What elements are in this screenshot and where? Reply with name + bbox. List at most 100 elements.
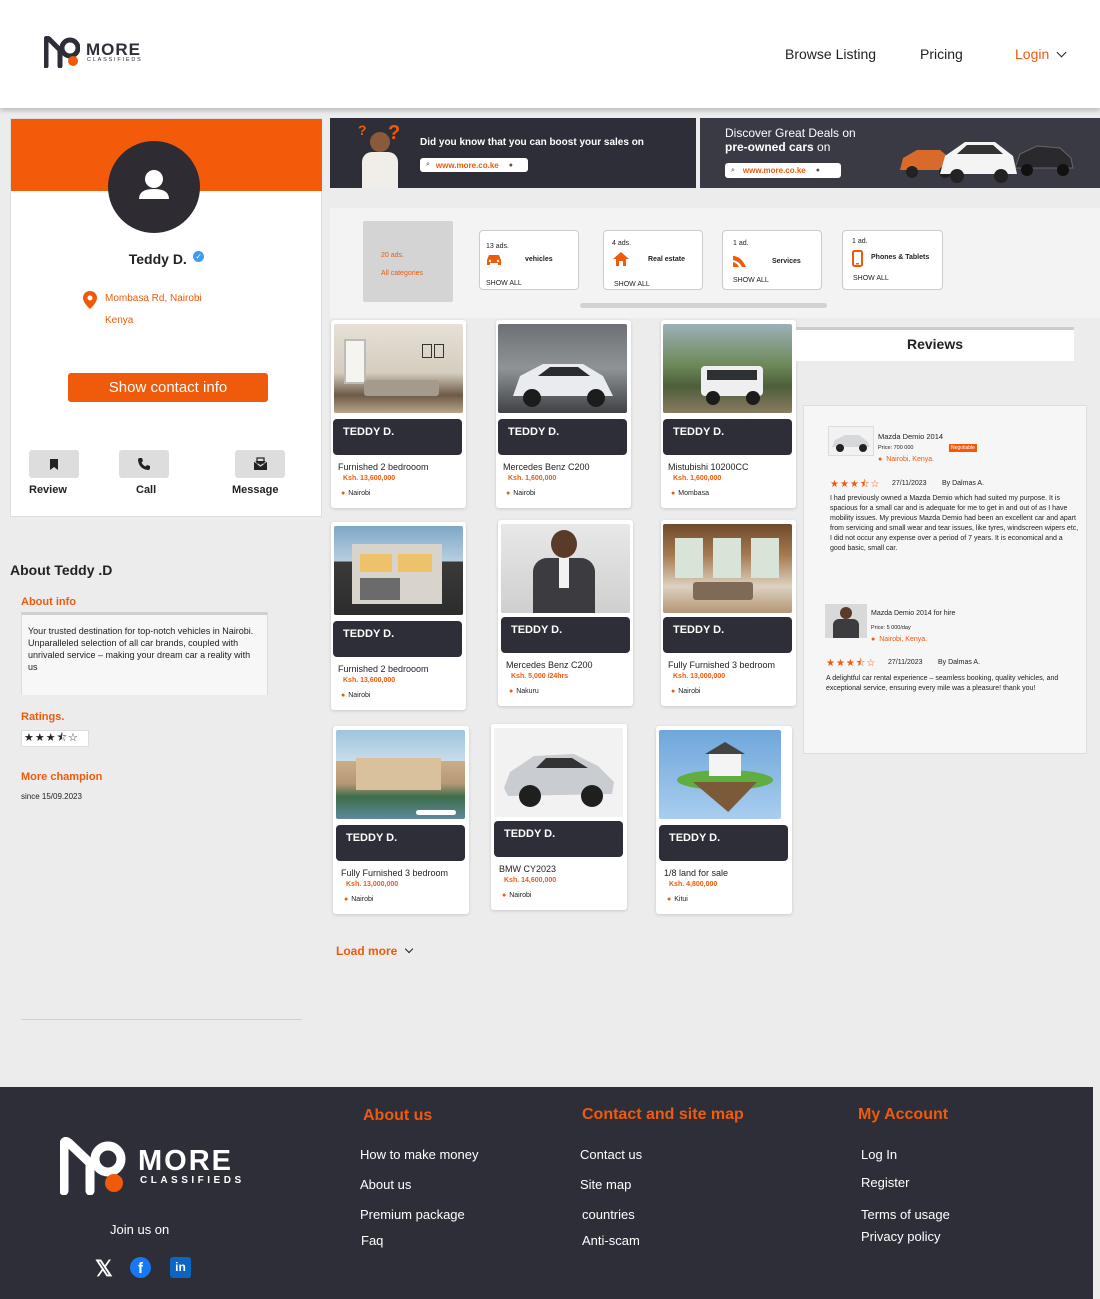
footer-link[interactable]: countries xyxy=(582,1207,635,1222)
listing-title: Furnished 2 bedrooom xyxy=(338,462,429,472)
category-real-estate[interactable]: 4 ads. Real estate SHOW ALL xyxy=(603,230,703,290)
footer-link[interactable]: Contact us xyxy=(580,1147,642,1162)
call-button[interactable] xyxy=(119,450,169,478)
logo[interactable]: MORE CLASSIFIEDS xyxy=(44,36,154,70)
review-text: I had previously owned a Mazda Demio whi… xyxy=(830,495,1079,552)
ratings-stars: ★★★⯪☆ xyxy=(21,730,89,747)
listing-price: Ksh. 13,000,000 xyxy=(346,881,399,888)
about-info-box: Your trusted destination for top-notch v… xyxy=(21,612,268,695)
listing-location: ● Nairobi xyxy=(341,490,370,497)
review-author: By Dalmas A. xyxy=(938,659,981,666)
category-count: 13 ads. xyxy=(486,243,509,250)
review-thumbnail xyxy=(828,426,874,456)
category-show-all[interactable]: SHOW ALL xyxy=(733,277,769,284)
listing-card[interactable]: TEDDY D. BMW CY2023 Ksh. 14,600,000 ● Nai… xyxy=(491,724,627,910)
location-pin-icon: ● xyxy=(671,688,676,695)
promo-cars-url[interactable]: ⌕ www.more.co.ke ● xyxy=(725,163,841,178)
listing-photo-suv xyxy=(498,324,627,413)
listing-title: Mercedes Benz C200 xyxy=(503,462,590,472)
show-contact-button[interactable]: Show contact info xyxy=(68,373,268,402)
listing-price: Ksh. 13,600,000 xyxy=(343,475,396,482)
review-date: 27/11/2023 xyxy=(888,659,923,666)
listing-location-text: Mombasa xyxy=(678,490,709,497)
listing-location-text: Nairobi xyxy=(509,892,532,899)
listing-location: ● Nakuru xyxy=(509,688,539,695)
category-all[interactable]: 20 ads. All categories xyxy=(363,221,453,302)
footer-link[interactable]: Site map xyxy=(580,1177,631,1192)
category-show-all[interactable]: SHOW ALL xyxy=(853,275,889,282)
category-count: 1 ad. xyxy=(852,238,868,245)
facebook-icon[interactable]: f xyxy=(130,1257,151,1278)
listing-price: Ksh. 5,000 /24hrs xyxy=(511,673,569,680)
promo-boost-url[interactable]: ⌕ www.more.co.ke ● xyxy=(420,158,528,172)
footer-link[interactable]: Terms of usage xyxy=(861,1207,950,1222)
category-vehicles[interactable]: 13 ads. vehicles SHOW ALL xyxy=(479,230,579,290)
x-twitter-icon[interactable]: 𝕏 xyxy=(95,1256,113,1282)
footer-logo[interactable]: MORE CLASSIFIEDS xyxy=(60,1137,250,1197)
listing-card[interactable]: TEDDY D. 1/8 land for sale Ksh. 4,800,00… xyxy=(656,726,792,914)
listing-location-text: Nakuru xyxy=(516,688,539,695)
footer-col-about-title: About us xyxy=(363,1107,433,1124)
category-show-all[interactable]: SHOW ALL xyxy=(614,281,650,288)
footer-link[interactable]: Privacy policy xyxy=(861,1229,940,1244)
divider xyxy=(21,1019,302,1020)
reviews-heading: Reviews xyxy=(906,336,964,352)
verified-badge-icon: ✓ xyxy=(193,251,205,262)
review-listing-price: Price: 700 000 xyxy=(878,445,914,451)
listing-card[interactable]: TEDDY D. Fully Furnished 3 bedroom Ksh. … xyxy=(333,726,469,914)
review-listing-price: Price: 5 000/day xyxy=(871,625,911,631)
footer-col-account-title: My Account xyxy=(858,1106,949,1123)
car-icon xyxy=(487,255,501,265)
nav-pricing[interactable]: Pricing xyxy=(920,46,963,62)
promo-banner-cars[interactable]: Discover Great Deals on pre-owned cars o… xyxy=(700,118,1100,188)
profile-address-line1: Mombasa Rd, Nairobi xyxy=(105,293,202,304)
footer-link[interactable]: Anti-scam xyxy=(582,1233,640,1248)
listing-card[interactable]: TEDDY D. Mistubishi 10200CC Ksh. 1,600,0… xyxy=(661,320,796,508)
category-services[interactable]: 1 ad. Services SHOW ALL xyxy=(722,230,822,290)
nav-browse-listing[interactable]: Browse Listing xyxy=(785,46,876,62)
call-label: Call xyxy=(136,484,157,496)
listing-card[interactable]: TEDDY D. Furnished 2 bedrooom Ksh. 13,60… xyxy=(331,320,466,508)
listing-price: Ksh. 4,800,000 xyxy=(669,881,718,888)
phone-icon xyxy=(138,458,150,470)
category-phones-tablets[interactable]: 1 ad. Phones & Tablets SHOW ALL xyxy=(842,230,943,290)
listing-card[interactable]: TEDDY D. Furnished 2 bedrooom Ksh. 13,60… xyxy=(331,522,466,710)
footer-link[interactable]: Premium package xyxy=(360,1207,465,1222)
footer-link[interactable]: How to make money xyxy=(360,1147,479,1162)
footer-link[interactable]: About us xyxy=(360,1177,411,1192)
listing-card[interactable]: TEDDY D. Mercedes Benz C200 Ksh. 1,600,0… xyxy=(496,320,631,508)
review-date: 27/11/2023 xyxy=(892,480,927,487)
review-thumbnail xyxy=(825,604,867,638)
listing-card[interactable]: TEDDY D. Mercedes Benz C200 Ksh. 5,000 /… xyxy=(498,520,633,706)
listing-seller: TEDDY D. xyxy=(336,825,465,861)
footer-link[interactable]: Faq xyxy=(361,1233,383,1248)
listing-title: Furnished 2 bedrooom xyxy=(338,664,429,674)
load-more-button[interactable]: Load more xyxy=(336,944,413,958)
listing-location-text: Nairobi xyxy=(348,490,371,497)
reviews-panel: Mazda Demio 2014 Price: 700 000 Negotiab… xyxy=(803,405,1087,754)
bookmark-icon xyxy=(50,458,58,470)
location-pin-icon: ● xyxy=(871,636,876,643)
promo-banner-boost[interactable]: ? ? Did you know that you can boost your… xyxy=(330,118,696,188)
category-show-all[interactable]: SHOW ALL xyxy=(486,280,522,287)
about-info-text: Your trusted destination for top-notch v… xyxy=(28,626,254,672)
promo-person-illustration: ? ? xyxy=(352,122,408,188)
listing-photo-resort xyxy=(336,730,465,819)
listing-card[interactable]: TEDDY D. Fully Furnished 3 bedroom Ksh. … xyxy=(661,520,796,706)
location-pin-icon: ● xyxy=(341,490,346,497)
nav-login[interactable]: Login xyxy=(1015,46,1067,62)
footer-link[interactable]: Register xyxy=(861,1175,909,1190)
review-listing-title: Mazda Demio 2014 for hire xyxy=(871,610,956,617)
message-button[interactable] xyxy=(235,450,285,478)
ratings-label: Ratings. xyxy=(21,711,65,723)
reviews-header: Reviews xyxy=(796,327,1074,361)
listing-title: Mistubishi 10200CC xyxy=(668,462,749,472)
listing-photo-furnished-interior xyxy=(663,524,792,613)
linkedin-icon[interactable]: in xyxy=(170,1257,191,1278)
footer-link[interactable]: Log In xyxy=(861,1147,897,1162)
phone-icon xyxy=(852,250,863,267)
listing-location: ● Nairobi xyxy=(344,896,373,903)
location-pin-icon: ● xyxy=(667,896,672,903)
category-scrollbar[interactable] xyxy=(580,303,827,308)
review-button[interactable] xyxy=(29,450,79,478)
